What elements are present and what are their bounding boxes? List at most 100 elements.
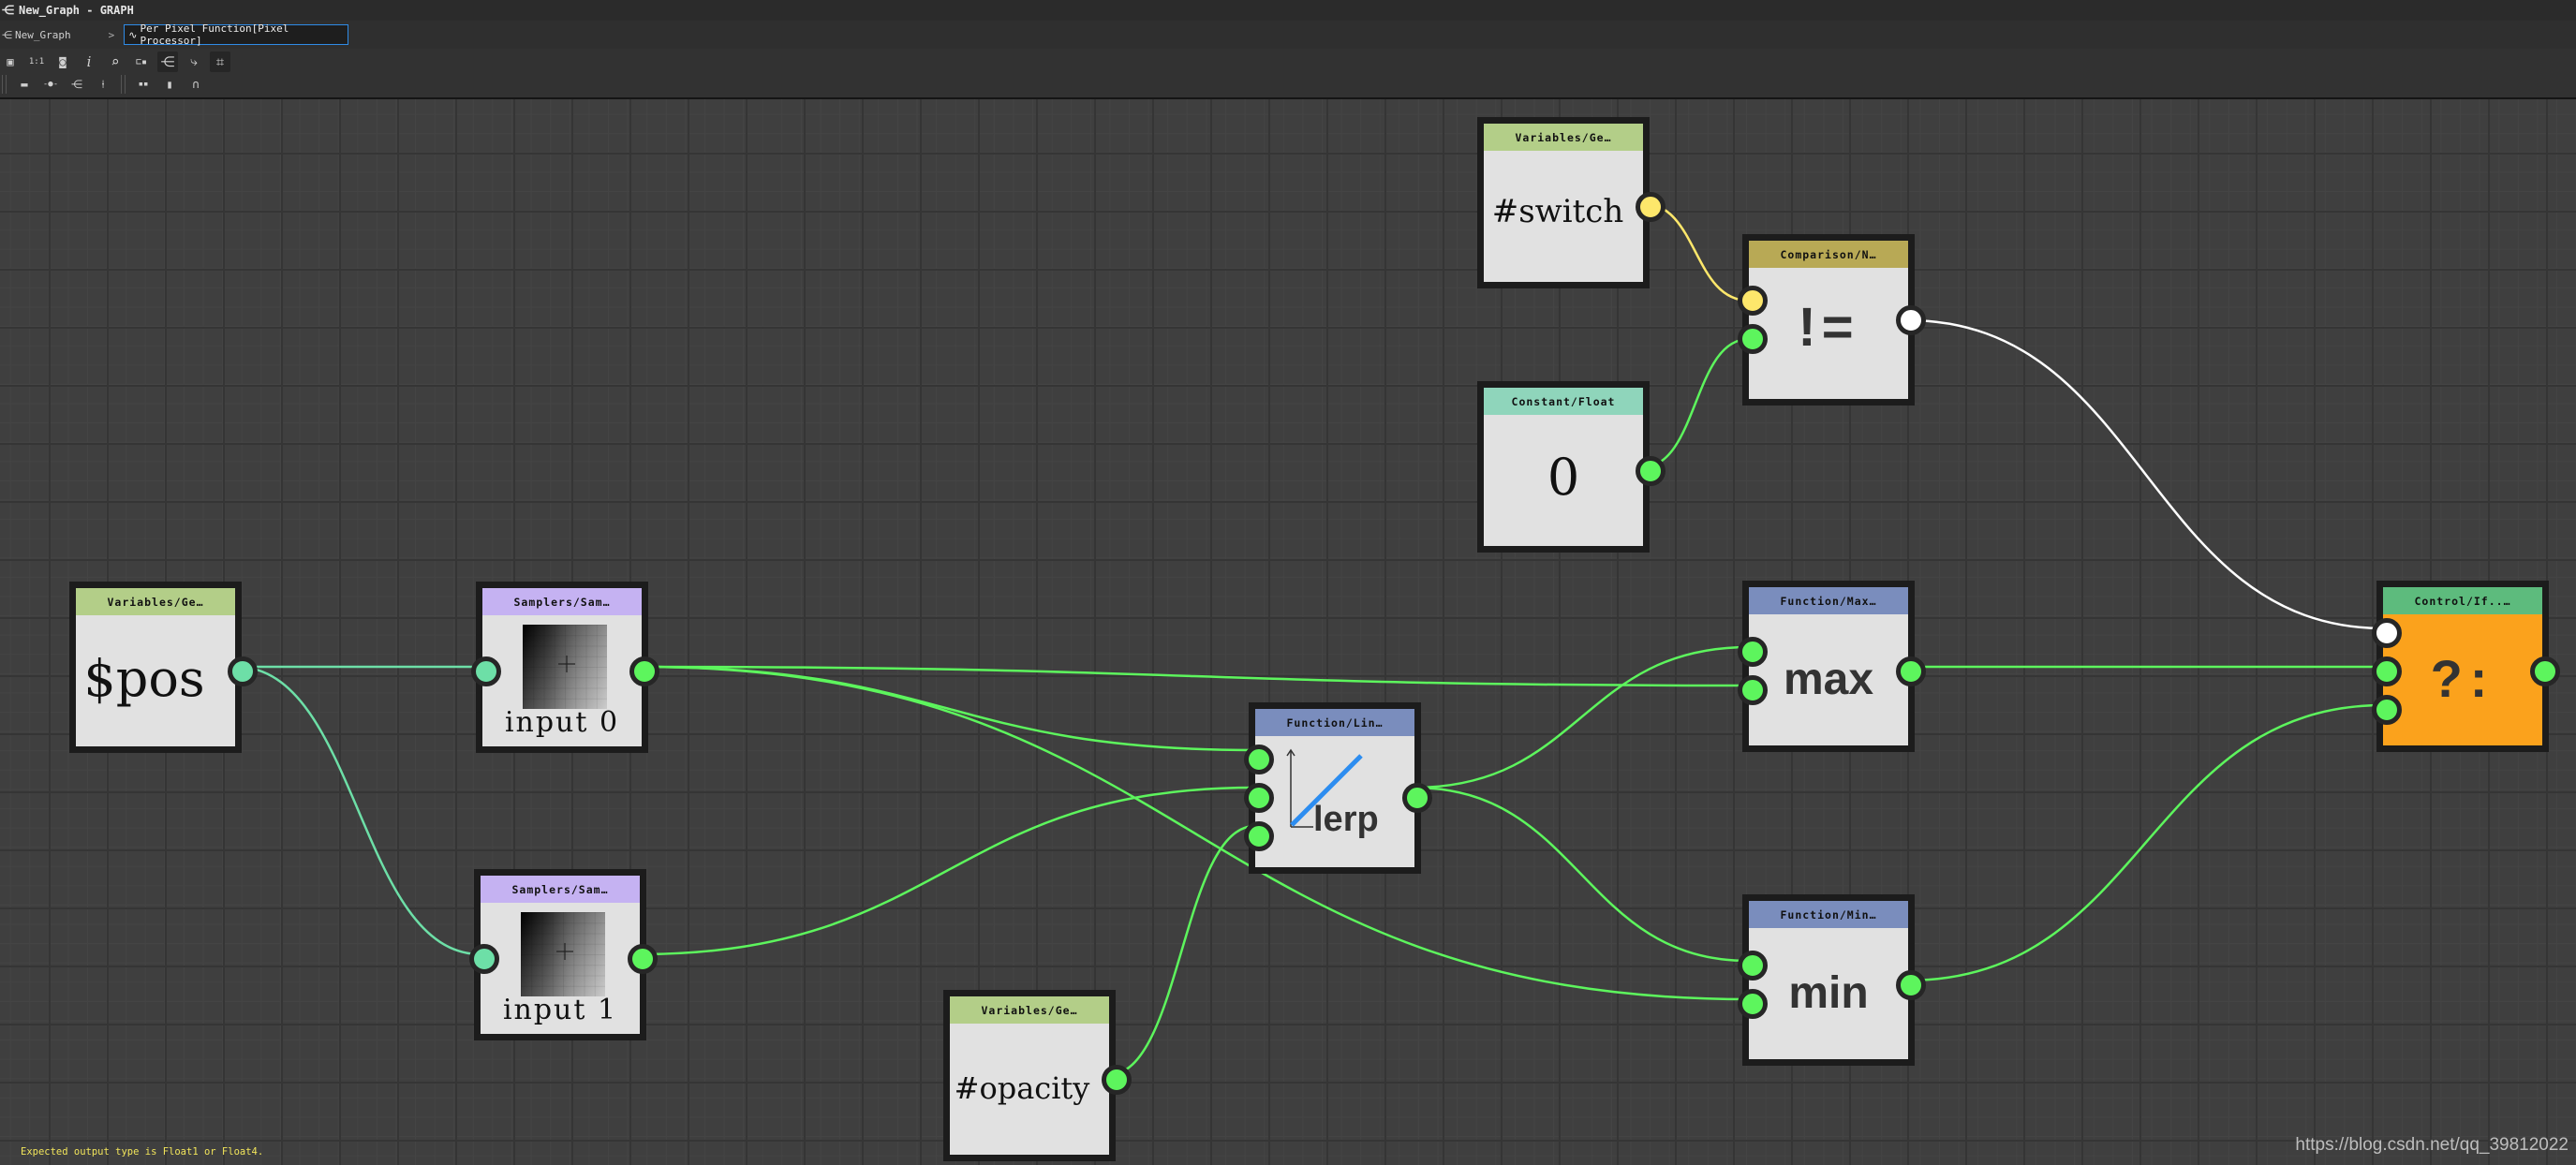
node-link-button[interactable]: ⊏▪ xyxy=(131,52,152,72)
align-vertical-button[interactable]: ▮ xyxy=(159,74,180,95)
node-max[interactable]: Function/Max… max xyxy=(1738,581,1926,752)
node-control-if[interactable]: Control/If..… ?: xyxy=(2372,581,2560,752)
node-body: input 0 xyxy=(482,615,642,746)
node-header[interactable]: Samplers/Sam… xyxy=(481,876,640,903)
node-min[interactable]: Function/Min… min xyxy=(1738,894,1926,1066)
output-port[interactable] xyxy=(1102,1065,1132,1095)
input-port-a[interactable] xyxy=(1738,951,1768,981)
node-body: lerp xyxy=(1255,736,1414,867)
node-sampler-0[interactable]: Samplers/Sam… input 0 xyxy=(471,582,659,753)
graph-icon: ⋲ xyxy=(2,28,12,41)
output-port[interactable] xyxy=(228,656,258,686)
sampler-preview xyxy=(523,625,607,709)
breadcrumb-label: Per Pixel Function[Pixel Processor] xyxy=(140,22,289,47)
output-port[interactable] xyxy=(1896,305,1926,335)
window-titlebar: ⋲ New_Graph - GRAPH xyxy=(0,0,2576,21)
node-header[interactable]: Variables/Ge… xyxy=(950,996,1109,1024)
node-header[interactable]: Variables/Ge… xyxy=(76,588,235,615)
link-style-button[interactable]: ⤷ xyxy=(184,52,204,72)
output-port[interactable] xyxy=(628,944,658,974)
input-port-b[interactable] xyxy=(1244,783,1274,813)
node-link-icon: ⊏▪ xyxy=(135,56,148,67)
output-port[interactable] xyxy=(1636,456,1666,486)
node-body: $pos xyxy=(76,615,235,746)
align-vertical-icon: ▮ xyxy=(166,78,173,91)
status-message: Expected output type is Float1 or Float4… xyxy=(21,1146,264,1158)
input-port-a[interactable] xyxy=(1738,637,1768,667)
output-port[interactable] xyxy=(2530,656,2560,686)
frame-all-button[interactable]: ▣ xyxy=(0,52,21,72)
node-header[interactable]: Variables/Ge… xyxy=(1484,124,1643,151)
comment-button[interactable]: ▬ xyxy=(14,74,35,95)
screenshot-button[interactable]: ◙ xyxy=(52,52,73,72)
snap-grid-icon: ⌗ xyxy=(215,53,225,70)
pin-button[interactable]: ⍿ xyxy=(93,74,113,95)
input-port-condition[interactable] xyxy=(2372,618,2402,648)
node-switch[interactable]: Variables/Ge… #switch xyxy=(1477,117,1666,288)
node-header[interactable]: Comparison/N… xyxy=(1749,241,1908,268)
output-port[interactable] xyxy=(1896,656,1926,686)
node-label: input 0 xyxy=(504,706,620,739)
node-label: max xyxy=(1783,655,1874,704)
align-horizontal-button[interactable]: ▪▪ xyxy=(133,74,154,95)
toolbar-row-1: ▣ 1:1 ◙ i ⌕ ⊏▪ ⋲ ⤷ ⌗ xyxy=(0,52,236,72)
toolbar-row-2: ▬ -●- ⋲ ⍿ ▪▪ ▮ ∩ xyxy=(0,74,212,95)
graph-layout-button[interactable]: ⋲ xyxy=(157,52,178,72)
node-sampler-1[interactable]: Samplers/Sam… input 1 xyxy=(469,869,658,1040)
align-horizontal-icon: ▪▪ xyxy=(138,80,149,89)
sampler-preview xyxy=(521,912,605,996)
window-title: New_Graph - GRAPH xyxy=(19,4,134,17)
frame-button[interactable]: ⋲ xyxy=(67,74,87,95)
node-constant-float[interactable]: Constant/Float 0 xyxy=(1477,381,1666,553)
input-port-true[interactable] xyxy=(2372,656,2402,686)
dot-node-button[interactable]: -●- xyxy=(40,74,61,95)
node-opacity[interactable]: Variables/Ge… #opacity xyxy=(943,990,1132,1161)
dot-node-icon: -●- xyxy=(42,80,59,89)
node-label: input 1 xyxy=(502,994,618,1026)
node-header[interactable]: Function/Min… xyxy=(1749,901,1908,928)
input-port[interactable] xyxy=(471,656,501,686)
output-port[interactable] xyxy=(1896,970,1926,1000)
comment-icon: ▬ xyxy=(21,78,28,91)
node-label: #switch xyxy=(1491,193,1624,230)
input-port-a[interactable] xyxy=(1244,745,1274,774)
breadcrumb-item-pixel-processor[interactable]: ∿ Per Pixel Function[Pixel Processor] xyxy=(124,22,349,47)
input-port-false[interactable] xyxy=(2372,695,2402,725)
info-button[interactable]: i xyxy=(79,52,99,72)
node-body: max xyxy=(1749,614,1908,745)
input-port-a[interactable] xyxy=(1738,286,1768,316)
toolbar-grip[interactable] xyxy=(121,75,126,94)
node-header[interactable]: Samplers/Sam… xyxy=(482,588,642,615)
camera-icon: ◙ xyxy=(59,55,67,68)
node-label: lerp xyxy=(1313,800,1379,839)
input-port-b[interactable] xyxy=(1738,989,1768,1019)
output-port[interactable] xyxy=(1402,783,1432,813)
breadcrumb-item-graph[interactable]: ⋲ New_Graph xyxy=(0,29,71,41)
node-header[interactable]: Constant/Float xyxy=(1484,388,1643,415)
node-label: != xyxy=(1798,297,1859,358)
node-body: #opacity xyxy=(950,1024,1109,1155)
node-header[interactable]: Control/If..… xyxy=(2383,587,2542,614)
graph-canvas[interactable] xyxy=(0,99,2576,1165)
node-comparison-not-equal[interactable]: Comparison/N… != xyxy=(1738,234,1926,406)
toolbar-grip[interactable] xyxy=(2,75,7,94)
frame-node-icon: ⋲ xyxy=(71,78,82,91)
zoom-1to1-button[interactable]: 1:1 xyxy=(26,52,47,72)
input-port-t[interactable] xyxy=(1244,821,1274,851)
output-port[interactable] xyxy=(1636,192,1666,222)
breadcrumb-separator: > xyxy=(108,28,115,41)
node-header[interactable]: Function/Lin… xyxy=(1255,709,1414,736)
node-pos[interactable]: Variables/Ge… $pos xyxy=(69,582,258,753)
input-port-b[interactable] xyxy=(1738,675,1768,705)
node-lerp[interactable]: Function/Lin… lerp xyxy=(1244,702,1432,874)
snap-grid-button[interactable]: ⌗ xyxy=(210,52,230,72)
output-port[interactable] xyxy=(629,656,659,686)
graph-layout-icon: ⋲ xyxy=(160,53,175,70)
crosshair-icon xyxy=(558,656,575,672)
node-body: #switch xyxy=(1484,151,1643,282)
input-port[interactable] xyxy=(469,944,499,974)
input-port-b[interactable] xyxy=(1738,324,1768,354)
node-header[interactable]: Function/Max… xyxy=(1749,587,1908,614)
distribute-button[interactable]: ∩ xyxy=(185,74,206,95)
search-button[interactable]: ⌕ xyxy=(105,52,126,72)
